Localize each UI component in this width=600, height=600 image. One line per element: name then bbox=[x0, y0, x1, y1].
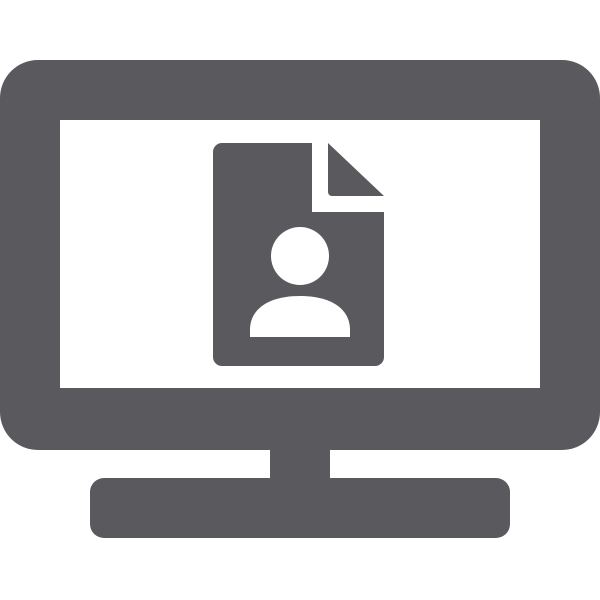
icon-canvas bbox=[0, 0, 600, 600]
document-fold-icon bbox=[328, 143, 384, 196]
monitor-user-document-icon bbox=[0, 60, 600, 538]
monitor-base-icon bbox=[90, 478, 510, 538]
user-head-icon bbox=[271, 227, 329, 285]
